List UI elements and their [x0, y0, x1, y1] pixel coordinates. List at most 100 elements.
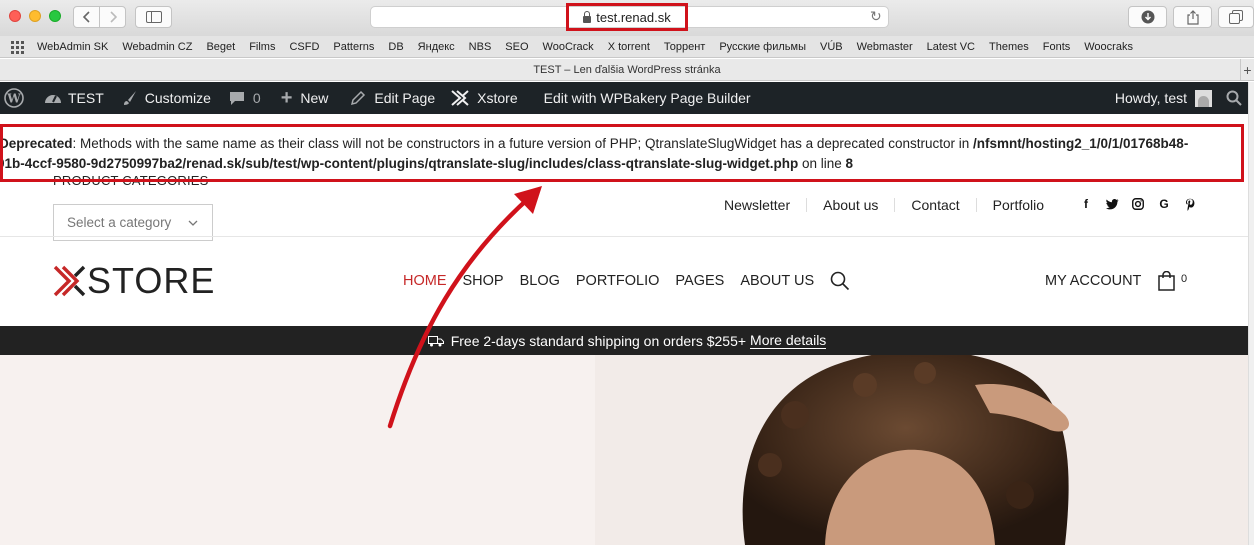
my-account-link[interactable]: MY ACCOUNT — [1045, 273, 1141, 289]
google-icon[interactable]: G — [1157, 196, 1171, 212]
instagram-icon[interactable] — [1131, 196, 1145, 212]
search-icon[interactable] — [830, 271, 850, 291]
bookmark-item[interactable]: DB — [388, 41, 403, 53]
portfolio-link[interactable]: Portfolio — [975, 198, 1060, 212]
bookmarks-bar: WebAdmin SK Webadmin CZ Beget Films CSFD… — [0, 36, 1254, 58]
edit-page-label: Edit Page — [374, 90, 436, 106]
bookmark-item[interactable]: Beget — [206, 41, 235, 53]
xstore-icon — [451, 90, 469, 106]
new-tab-button[interactable]: + — [1240, 59, 1254, 81]
nav-pages[interactable]: PAGES — [667, 273, 732, 289]
site-logo[interactable]: STORE — [53, 262, 215, 300]
back-button[interactable] — [74, 7, 99, 27]
main-navigation: HOME SHOP BLOG PORTFOLIO PAGES ABOUT US — [395, 271, 850, 291]
logo-text: STORE — [87, 260, 216, 301]
bookmark-item[interactable]: X torrent — [608, 41, 650, 53]
howdy-label: Howdy, test — [1114, 90, 1187, 106]
site-name: TEST — [68, 90, 104, 106]
cart-button[interactable]: 0 — [1158, 271, 1187, 291]
facebook-icon[interactable]: f — [1079, 196, 1093, 212]
browser-titlebar: test.renad.sk ↻ — [0, 0, 1254, 36]
bookmark-item[interactable]: Films — [249, 41, 275, 53]
page-scrollbar[interactable] — [1248, 82, 1254, 545]
tab-title[interactable]: TEST – Len ďalšia WordPress stránka — [533, 64, 720, 76]
nav-shop[interactable]: SHOP — [455, 273, 512, 289]
bookmark-item[interactable]: SEO — [505, 41, 528, 53]
bookmark-item[interactable]: Woocraks — [1084, 41, 1133, 53]
bookmark-item[interactable]: CSFD — [289, 41, 319, 53]
notice-message: : Methods with the same name as their cl… — [72, 136, 973, 151]
notice-line-1: Deprecated: Methods with the same name a… — [3, 134, 1241, 154]
apps-grid-icon[interactable] — [11, 40, 25, 54]
notice-path-end: 91b-4ccf-9580-9d2750997ba2/renad.sk/sub/… — [0, 156, 799, 171]
topbar-divider — [0, 236, 1254, 237]
nav-blog[interactable]: BLOG — [512, 273, 568, 289]
customize-label: Customize — [144, 90, 211, 106]
bookmark-item[interactable]: Русские фильмы — [719, 41, 806, 53]
wordpress-icon: W — [4, 88, 24, 108]
wp-logo-menu[interactable]: W — [0, 82, 32, 114]
customize-link[interactable]: Customize — [112, 82, 219, 114]
shopping-bag-icon — [1158, 271, 1175, 291]
chevron-down-icon — [188, 220, 198, 226]
share-icon — [1186, 9, 1199, 25]
wpbakery-link[interactable]: Edit with WPBakery Page Builder — [526, 82, 759, 114]
dashboard-icon — [45, 95, 61, 103]
reload-icon[interactable]: ↻ — [870, 8, 882, 25]
bookmark-item[interactable]: Patterns — [333, 41, 374, 53]
pencil-icon — [351, 90, 366, 106]
promo-bar: Free 2-days standard shipping on orders … — [0, 326, 1254, 355]
forward-button[interactable] — [99, 7, 125, 27]
account-menu[interactable]: Howdy, test — [1107, 82, 1220, 114]
deprecated-notice-box: Deprecated: Methods with the same name a… — [0, 124, 1244, 182]
bookmark-item[interactable]: WebAdmin SK — [37, 41, 108, 53]
tabs-overview-button[interactable] — [1218, 6, 1254, 28]
category-select-placeholder: Select a category — [67, 215, 172, 230]
nav-portfolio[interactable]: PORTFOLIO — [568, 273, 668, 289]
svg-text:W: W — [6, 92, 21, 106]
comments-count: 0 — [252, 90, 261, 106]
social-icons: f G — [1079, 196, 1197, 212]
hero-image — [595, 355, 1254, 545]
twitter-icon[interactable] — [1105, 196, 1119, 212]
bookmark-item[interactable]: Яндекс — [418, 41, 455, 53]
xstore-menu[interactable]: Xstore — [443, 82, 525, 114]
bookmark-item[interactable]: Fonts — [1043, 41, 1071, 53]
xstore-logo-mark — [53, 265, 86, 297]
more-details-link[interactable]: More details — [750, 332, 827, 349]
sidebar-icon — [145, 11, 162, 23]
notice-line-2: 91b-4ccf-9580-9d2750997ba2/renad.sk/sub/… — [0, 154, 1241, 174]
downloads-button[interactable] — [1128, 6, 1167, 28]
edit-page-link[interactable]: Edit Page — [336, 82, 443, 114]
bookmark-item[interactable]: Latest VC — [927, 41, 975, 53]
comment-icon — [229, 91, 244, 105]
about-us-link[interactable]: About us — [806, 198, 894, 212]
share-button[interactable] — [1173, 6, 1212, 28]
bookmark-item[interactable]: WooCrack — [543, 41, 594, 53]
nav-about-us[interactable]: ABOUT US — [732, 273, 822, 289]
pinterest-icon[interactable] — [1183, 196, 1197, 212]
newsletter-link[interactable]: Newsletter — [708, 198, 806, 212]
notice-on-line: on line — [798, 156, 846, 171]
window-maximize-button[interactable] — [49, 10, 61, 22]
contact-link[interactable]: Contact — [894, 198, 975, 212]
comments-link[interactable]: 0 — [219, 82, 269, 114]
sidebar-toggle-button[interactable] — [135, 6, 172, 28]
bookmark-item[interactable]: NBS — [469, 41, 492, 53]
window-minimize-button[interactable] — [29, 10, 41, 22]
wpbakery-label: Edit with WPBakery Page Builder — [543, 90, 751, 106]
nav-home[interactable]: HOME — [395, 273, 455, 289]
bookmark-item[interactable]: Themes — [989, 41, 1029, 53]
search-icon — [1226, 90, 1242, 106]
xstore-label: Xstore — [477, 90, 518, 106]
bookmark-item[interactable]: VÚB — [820, 41, 843, 53]
cart-count: 0 — [1181, 273, 1188, 285]
bookmark-item[interactable]: Webadmin CZ — [122, 41, 192, 53]
url-text[interactable]: test.renad.sk — [596, 10, 670, 25]
download-icon — [1141, 10, 1154, 24]
bookmark-item[interactable]: Webmaster — [857, 41, 913, 53]
new-content-menu[interactable]: + New — [269, 82, 337, 114]
window-close-button[interactable] — [9, 10, 21, 22]
site-name-menu[interactable]: TEST — [32, 82, 112, 114]
bookmark-item[interactable]: Торрент — [664, 41, 705, 53]
